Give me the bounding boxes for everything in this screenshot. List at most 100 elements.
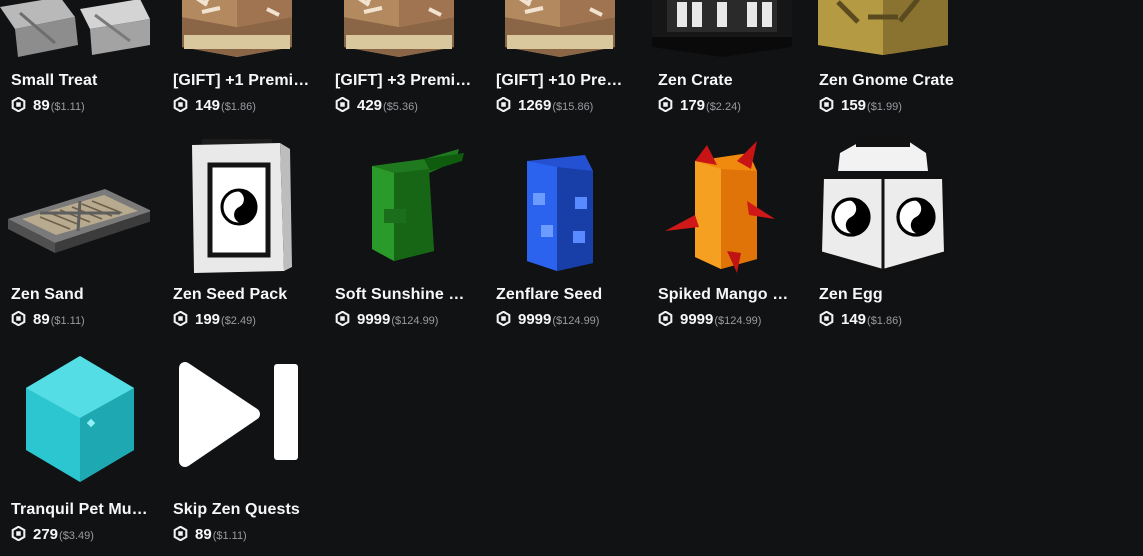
usd-amount: ($1.86) bbox=[867, 315, 902, 327]
robux-amount: 149 bbox=[841, 311, 867, 328]
item-card[interactable]: Zen Gnome Crate 159 ($1.99) bbox=[808, 0, 958, 127]
item-thumbnail[interactable] bbox=[324, 0, 474, 67]
item-thumbnail[interactable] bbox=[647, 131, 797, 281]
item-card[interactable]: [GIFT] +1 Premium Wheelbarrow 149 ($1.86… bbox=[162, 0, 312, 127]
zen-crate-icon bbox=[647, 0, 797, 67]
robux-icon bbox=[173, 526, 188, 541]
usd-amount: ($124.99) bbox=[391, 315, 439, 327]
robux-amount: 159 bbox=[841, 97, 867, 114]
item-card[interactable]: Spiked Mango Seed 9999 ($124.99) bbox=[647, 131, 797, 341]
item-thumbnail[interactable] bbox=[485, 131, 635, 281]
item-card[interactable]: [GIFT] +10 Premium Wheelbarrow 1269 ($15… bbox=[485, 0, 635, 127]
item-card[interactable]: Zen Egg 149 ($1.86) bbox=[808, 131, 958, 341]
item-thumbnail[interactable] bbox=[162, 131, 312, 281]
robux-amount: 9999 bbox=[357, 311, 391, 328]
item-name[interactable]: Spiked Mango Seed bbox=[658, 286, 795, 304]
robux-icon bbox=[11, 311, 26, 326]
item-thumbnail[interactable] bbox=[162, 346, 312, 496]
item-thumbnail[interactable] bbox=[647, 0, 797, 67]
usd-amount: ($1.11) bbox=[212, 530, 247, 542]
item-name[interactable]: Zen Gnome Crate bbox=[819, 72, 956, 90]
item-card[interactable]: [GIFT] +3 Premium Wheelbarrow 429 ($5.36… bbox=[324, 0, 474, 127]
item-thumbnail[interactable] bbox=[0, 131, 150, 281]
item-card[interactable]: Zen Seed Pack 199 ($2.49) bbox=[162, 131, 312, 341]
robux-icon bbox=[335, 97, 350, 112]
premium-pack-icon bbox=[485, 0, 635, 67]
robux-icon bbox=[11, 526, 26, 541]
item-price: 89 ($1.11) bbox=[11, 95, 85, 114]
item-name[interactable]: Skip Zen Quests bbox=[173, 501, 310, 519]
item-thumbnail[interactable] bbox=[808, 0, 958, 67]
item-name[interactable]: Small Treat bbox=[11, 72, 148, 90]
item-card[interactable]: Zen Crate 179 ($2.24) bbox=[647, 0, 797, 127]
usd-amount: ($5.36) bbox=[383, 101, 418, 113]
usd-amount: ($2.49) bbox=[221, 315, 256, 327]
item-price: 9999 ($124.99) bbox=[335, 309, 438, 328]
seed-pack-icon bbox=[162, 131, 312, 281]
item-price: 89 ($1.11) bbox=[11, 309, 85, 328]
item-name[interactable]: [GIFT] +1 Premium Wheelbarrow bbox=[173, 72, 310, 90]
usd-amount: ($124.99) bbox=[714, 315, 762, 327]
usd-amount: ($1.11) bbox=[50, 101, 85, 113]
mango-seed-icon bbox=[647, 131, 797, 281]
robux-icon bbox=[658, 97, 673, 112]
item-card[interactable]: Zenflare Seed 9999 ($124.99) bbox=[485, 131, 635, 341]
usd-amount: ($15.86) bbox=[552, 101, 594, 113]
robux-amount: 89 bbox=[33, 311, 50, 328]
item-price: 429 ($5.36) bbox=[335, 95, 418, 114]
usd-amount: ($1.99) bbox=[867, 101, 902, 113]
robux-icon bbox=[819, 97, 834, 112]
robux-amount: 89 bbox=[33, 97, 50, 114]
robux-icon bbox=[819, 311, 834, 326]
item-name[interactable]: Zen Sand bbox=[11, 286, 148, 304]
item-name[interactable]: [GIFT] +3 Premium Wheelbarrow bbox=[335, 72, 472, 90]
robux-amount: 429 bbox=[357, 97, 383, 114]
usd-amount: ($124.99) bbox=[552, 315, 600, 327]
robux-icon bbox=[173, 97, 188, 112]
item-price: 9999 ($124.99) bbox=[496, 309, 599, 328]
item-price: 159 ($1.99) bbox=[819, 95, 902, 114]
usd-amount: ($1.86) bbox=[221, 101, 256, 113]
item-thumbnail[interactable] bbox=[0, 346, 150, 496]
item-price: 149 ($1.86) bbox=[173, 95, 256, 114]
robux-amount: 89 bbox=[195, 526, 212, 543]
item-thumbnail[interactable] bbox=[485, 0, 635, 67]
item-card[interactable]: Small Treat 89 ($1.11) bbox=[0, 0, 150, 127]
item-name[interactable]: Tranquil Pet Mutation bbox=[11, 501, 148, 519]
item-name[interactable]: Zenflare Seed bbox=[496, 286, 633, 304]
premium-pack-icon bbox=[324, 0, 474, 67]
item-price: 149 ($1.86) bbox=[819, 309, 902, 328]
item-card[interactable]: Skip Zen Quests 89 ($1.11) bbox=[162, 346, 312, 556]
usd-amount: ($1.11) bbox=[50, 315, 85, 327]
item-thumbnail[interactable] bbox=[0, 0, 150, 67]
robux-icon bbox=[11, 97, 26, 112]
item-thumbnail[interactable] bbox=[808, 131, 958, 281]
usd-amount: ($3.49) bbox=[59, 530, 94, 542]
skip-forward-icon bbox=[162, 346, 312, 496]
robux-amount: 1269 bbox=[518, 97, 552, 114]
robux-icon bbox=[496, 311, 511, 326]
robux-amount: 9999 bbox=[518, 311, 552, 328]
item-name[interactable]: Zen Crate bbox=[658, 72, 795, 90]
item-price: 279 ($3.49) bbox=[11, 524, 94, 543]
item-name[interactable]: [GIFT] +10 Premium Wheelbarrow bbox=[496, 72, 633, 90]
item-price: 199 ($2.49) bbox=[173, 309, 256, 328]
item-thumbnail[interactable] bbox=[324, 131, 474, 281]
item-thumbnail[interactable] bbox=[162, 0, 312, 67]
item-name[interactable]: Soft Sunshine Seed bbox=[335, 286, 472, 304]
premium-pack-icon bbox=[162, 0, 312, 67]
robux-icon bbox=[496, 97, 511, 112]
item-name[interactable]: Zen Seed Pack bbox=[173, 286, 310, 304]
item-card[interactable]: Soft Sunshine Seed 9999 ($124.99) bbox=[324, 131, 474, 341]
green-seed-icon bbox=[324, 131, 474, 281]
item-price: 9999 ($124.99) bbox=[658, 309, 761, 328]
sand-tray-icon bbox=[0, 131, 150, 281]
gnome-crate-icon bbox=[808, 0, 958, 67]
robux-icon bbox=[335, 311, 350, 326]
item-card[interactable]: Tranquil Pet Mutation 279 ($3.49) bbox=[0, 346, 150, 556]
item-card[interactable]: Zen Sand 89 ($1.11) bbox=[0, 131, 150, 341]
robux-icon bbox=[658, 311, 673, 326]
item-name[interactable]: Zen Egg bbox=[819, 286, 956, 304]
item-price: 1269 ($15.86) bbox=[496, 95, 593, 114]
item-price: 179 ($2.24) bbox=[658, 95, 741, 114]
